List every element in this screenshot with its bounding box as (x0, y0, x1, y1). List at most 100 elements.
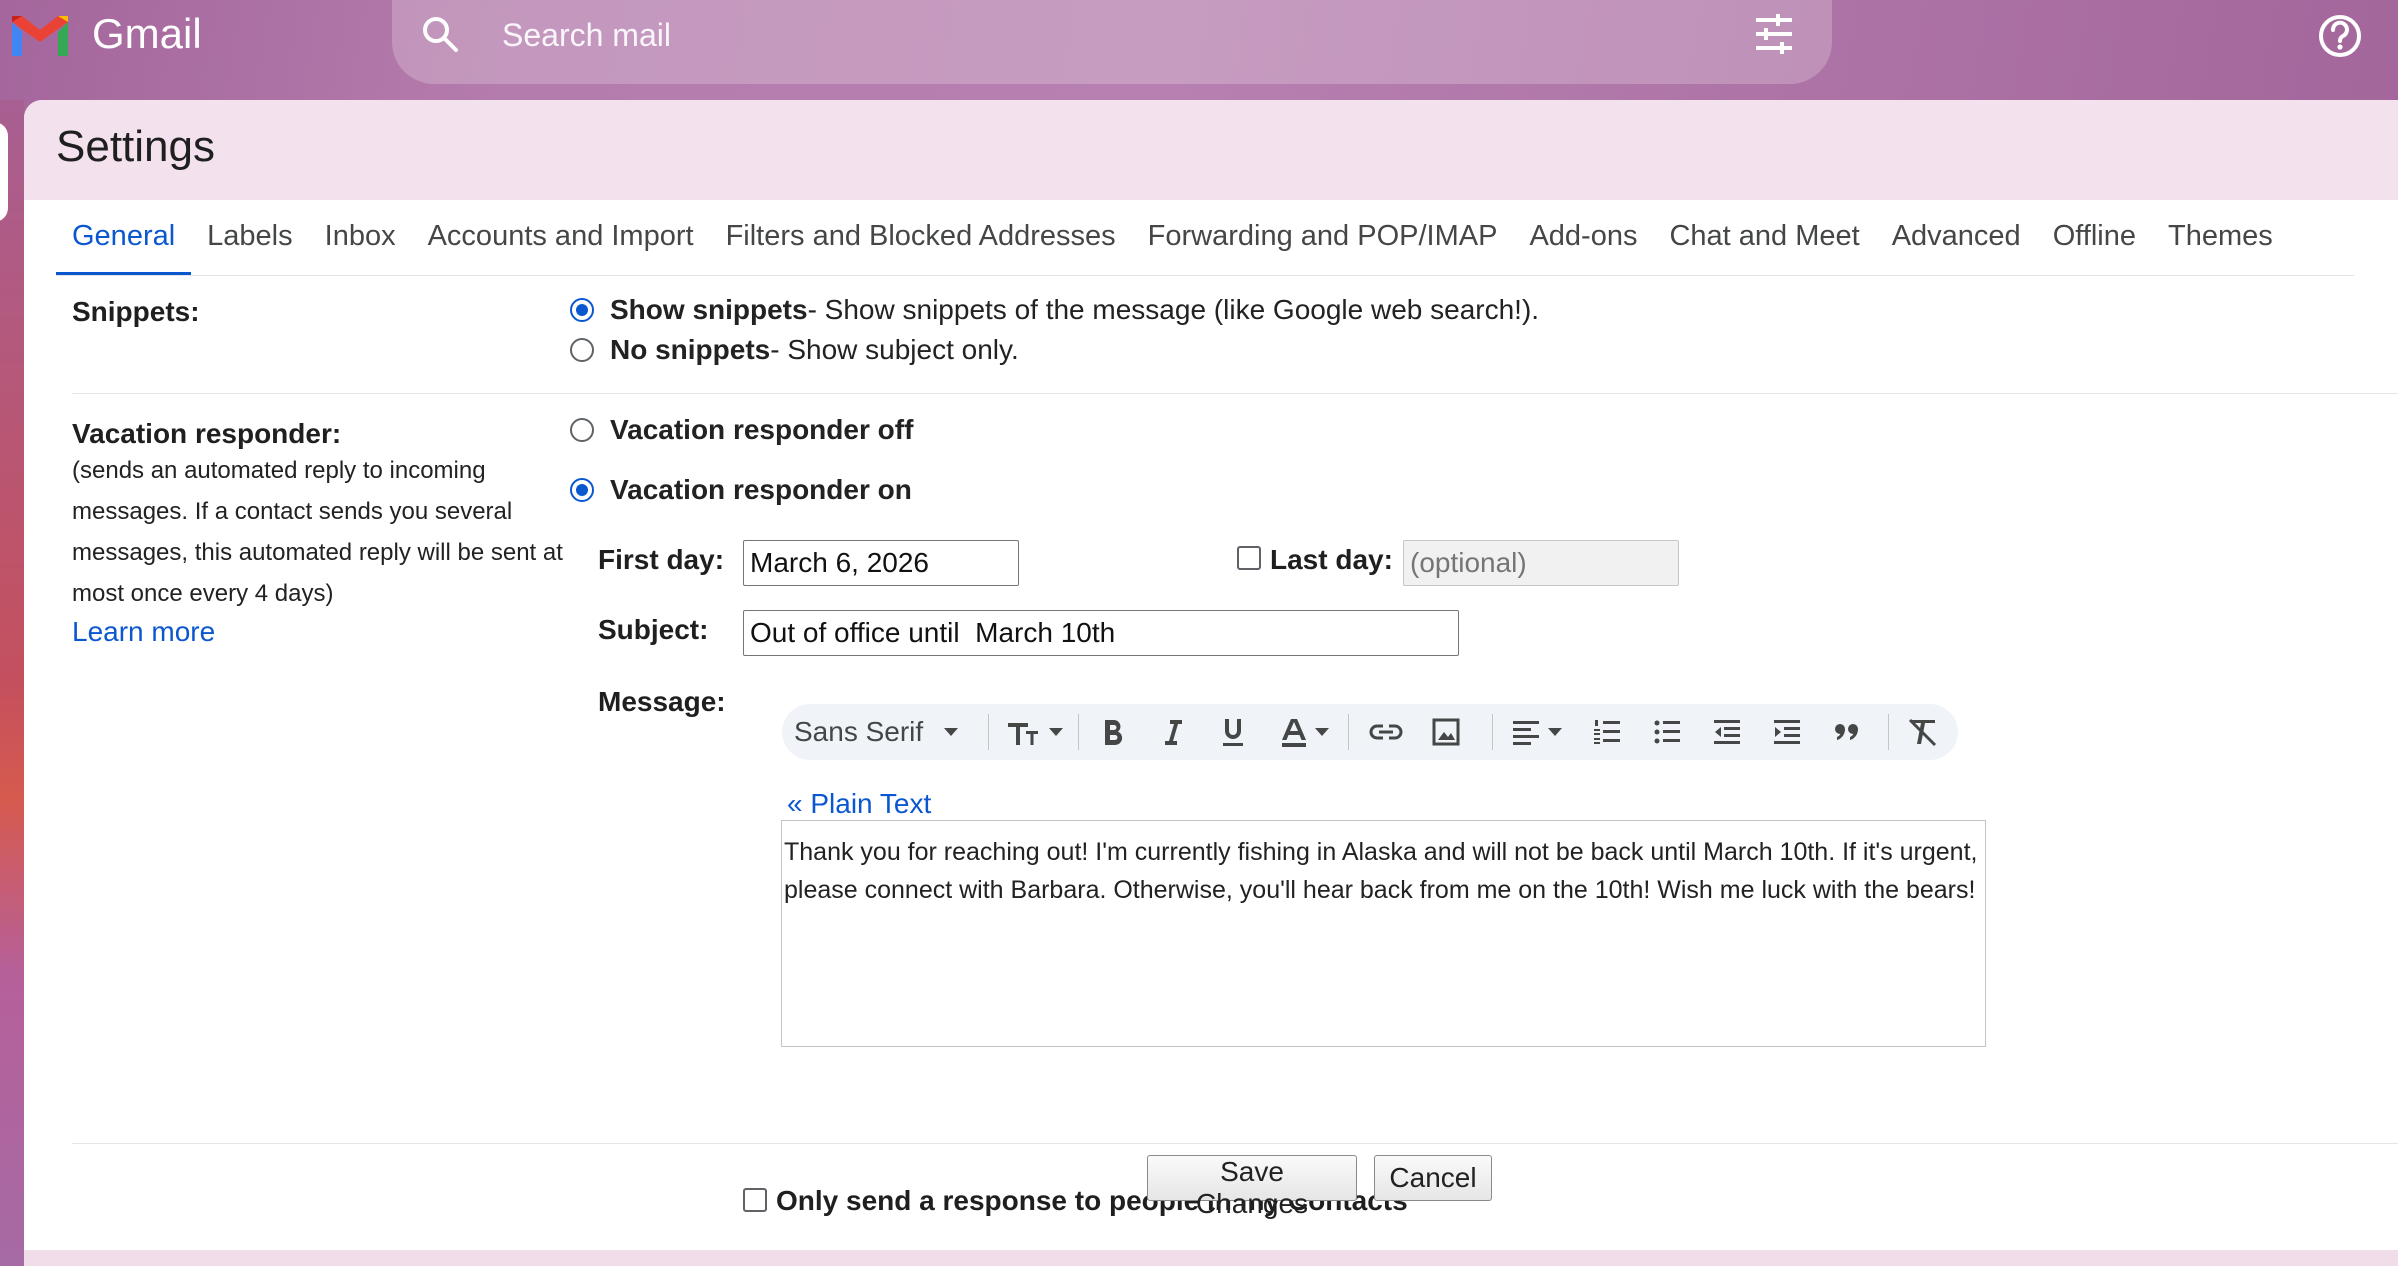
bulleted-list-icon (1654, 720, 1680, 744)
cancel-button[interactable]: Cancel (1374, 1155, 1492, 1201)
align-button[interactable] (1502, 712, 1572, 752)
side-panel-handle[interactable] (0, 122, 8, 222)
tabs-divider (56, 275, 2354, 276)
vacation-label: Vacation responder: (72, 418, 342, 449)
section-divider (72, 393, 2398, 394)
numbered-list-icon (1594, 720, 1620, 744)
insert-link-button[interactable] (1358, 712, 1414, 752)
toolbar-divider (1078, 714, 1079, 750)
text-size-icon (1008, 723, 1038, 745)
chevron-down-icon (1548, 728, 1562, 736)
image-icon (1432, 718, 1460, 746)
italic-icon (1165, 720, 1182, 745)
no-snippets-title: No snippets (610, 334, 771, 365)
bold-button[interactable] (1088, 712, 1138, 752)
first-day-label: First day: (598, 544, 725, 575)
tune-icon[interactable] (1752, 12, 1796, 56)
tab-themes[interactable]: Themes (2152, 214, 2289, 276)
font-family-value: Sans Serif (794, 716, 924, 747)
plain-text-link[interactable]: « Plain Text (787, 788, 931, 820)
show-snippets-option[interactable]: Show snippets - Show snippets of the mes… (570, 294, 1539, 326)
numbered-list-button[interactable] (1582, 712, 1632, 752)
font-size-button[interactable] (1000, 712, 1070, 752)
tab-inbox[interactable]: Inbox (309, 214, 412, 276)
tab-chat-and-meet[interactable]: Chat and Meet (1653, 214, 1875, 276)
search-input[interactable] (500, 10, 1600, 60)
indent-more-button[interactable] (1762, 712, 1812, 752)
settings-panel: Settings General Labels Inbox Accounts a… (24, 100, 2398, 1266)
tab-forwarding-and-pop-imap[interactable]: Forwarding and POP/IMAP (1132, 214, 1514, 276)
font-family-select[interactable]: Sans Serif (794, 712, 984, 752)
tab-general[interactable]: General (56, 214, 192, 276)
vacation-on-option[interactable]: Vacation responder on (570, 474, 912, 506)
remove-formatting-button[interactable] (1898, 712, 1948, 752)
quote-icon (1835, 724, 1858, 740)
bulleted-list-button[interactable] (1642, 712, 1692, 752)
italic-button[interactable] (1148, 712, 1198, 752)
indent-more-icon (1774, 720, 1800, 744)
chevron-down-icon (1049, 728, 1063, 736)
message-editor[interactable]: Thank you for reaching out! I'm currentl… (781, 820, 1986, 1047)
tab-add-ons[interactable]: Add-ons (1513, 214, 1653, 276)
no-snippets-option[interactable]: No snippets - Show subject only. (570, 334, 1019, 366)
app-name: Gmail (92, 10, 202, 57)
no-snippets-radio[interactable] (570, 338, 594, 362)
tab-accounts-and-import[interactable]: Accounts and Import (412, 214, 710, 276)
indent-less-icon (1714, 720, 1740, 744)
vacation-on-radio[interactable] (570, 478, 594, 502)
top-bar: Gmail (0, 0, 2398, 100)
gmail-logo-icon[interactable] (8, 12, 72, 60)
chevron-down-icon (1315, 728, 1329, 736)
vacation-on-label: Vacation responder on (610, 474, 912, 505)
toolbar-divider (1348, 714, 1349, 750)
help-icon[interactable] (2316, 12, 2364, 60)
settings-header: Settings (24, 100, 2398, 200)
insert-image-button[interactable] (1418, 712, 1474, 752)
subject-label: Subject: (598, 614, 709, 645)
clear-formatting-icon (1908, 718, 1937, 747)
last-day-label: Last day: (1270, 544, 1393, 575)
first-day-input[interactable] (743, 540, 1019, 586)
vacation-off-option[interactable]: Vacation responder off (570, 414, 913, 446)
no-snippets-desc: - Show subject only. (770, 334, 1019, 365)
show-snippets-desc: - Show snippets of the message (like Goo… (807, 294, 1540, 325)
align-left-icon (1513, 721, 1539, 745)
contacts-only-checkbox[interactable] (743, 1188, 767, 1212)
toolbar-divider (1888, 714, 1889, 750)
text-color-button[interactable] (1268, 712, 1342, 752)
underline-button[interactable] (1208, 712, 1258, 752)
show-snippets-radio[interactable] (570, 298, 594, 322)
quote-button[interactable] (1822, 712, 1872, 752)
underline-icon (1223, 719, 1243, 746)
message-label: Message: (598, 686, 726, 717)
search-icon[interactable] (420, 14, 460, 54)
snippets-label: Snippets: (72, 296, 200, 327)
background-strip (0, 100, 24, 1266)
tab-offline[interactable]: Offline (2037, 214, 2152, 276)
vacation-description: (sends an automated reply to incoming me… (72, 457, 563, 607)
settings-tabs: General Labels Inbox Accounts and Import… (56, 214, 2289, 276)
vacation-label-column: Vacation responder: (sends an automated … (72, 418, 572, 648)
chevron-down-icon (944, 728, 959, 736)
page-title: Settings (56, 122, 215, 171)
save-changes-button[interactable]: Save Changes (1147, 1155, 1357, 1219)
link-icon (1369, 724, 1403, 740)
tab-advanced[interactable]: Advanced (1876, 214, 2037, 276)
tab-labels[interactable]: Labels (191, 214, 308, 276)
subject-input[interactable] (743, 610, 1459, 656)
vacation-off-radio[interactable] (570, 418, 594, 442)
tab-filters-and-blocked-addresses[interactable]: Filters and Blocked Addresses (710, 214, 1132, 276)
formatting-toolbar: Sans Serif (782, 704, 1958, 760)
text-color-icon (1282, 719, 1306, 747)
toolbar-divider (1492, 714, 1493, 750)
indent-less-button[interactable] (1702, 712, 1752, 752)
bold-icon (1105, 720, 1123, 746)
vacation-off-label: Vacation responder off (610, 414, 914, 445)
bottom-strip (24, 1250, 2398, 1266)
search-bar[interactable] (392, 0, 1832, 84)
toolbar-divider (988, 714, 989, 750)
show-snippets-title: Show snippets (610, 294, 808, 325)
learn-more-link[interactable]: Learn more (72, 616, 215, 648)
last-day-checkbox[interactable] (1237, 546, 1261, 570)
last-day-input[interactable] (1403, 540, 1679, 586)
